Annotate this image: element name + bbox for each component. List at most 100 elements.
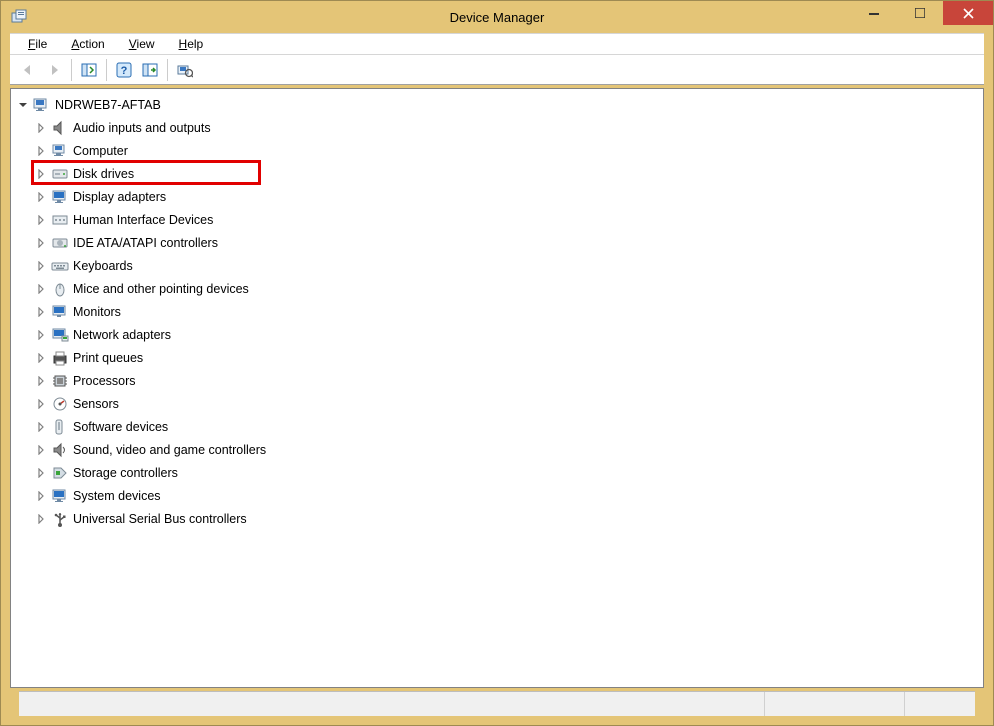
expander-icon[interactable] (33, 304, 49, 320)
sensor-icon (51, 395, 69, 413)
status-cell (19, 692, 765, 716)
hid-icon (51, 211, 69, 229)
tree-item[interactable]: Storage controllers (11, 461, 983, 484)
tree-item[interactable]: Keyboards (11, 254, 983, 277)
menubar: File Action View Help (10, 33, 984, 55)
tree-item-label: Processors (71, 374, 136, 388)
menu-view[interactable]: View (119, 35, 165, 53)
tree-item-label: Network adapters (71, 328, 171, 342)
svg-text:?: ? (121, 65, 128, 77)
minimize-button[interactable] (851, 1, 897, 25)
tree-item-label: Storage controllers (71, 466, 178, 480)
toolbar: ? (10, 55, 984, 85)
maximize-button[interactable] (897, 1, 943, 25)
computer-root-icon (33, 96, 51, 114)
tree-item[interactable]: Mice and other pointing devices (11, 277, 983, 300)
tree-item[interactable]: Sensors (11, 392, 983, 415)
expander-icon[interactable] (33, 465, 49, 481)
tree-item-label: Monitors (71, 305, 121, 319)
tree-item[interactable]: Disk drives (11, 162, 983, 185)
tree-item[interactable]: IDE ATA/ATAPI controllers (11, 231, 983, 254)
status-cell (765, 692, 905, 716)
tree-item-label: Audio inputs and outputs (71, 121, 211, 135)
tree-item-label: Human Interface Devices (71, 213, 213, 227)
tree-item-label: Keyboards (71, 259, 133, 273)
network-icon (51, 326, 69, 344)
tree-item[interactable]: Display adapters (11, 185, 983, 208)
menu-action[interactable]: Action (61, 35, 114, 53)
tree-item[interactable]: Sound, video and game controllers (11, 438, 983, 461)
expander-icon[interactable] (33, 258, 49, 274)
titlebar: Device Manager (1, 1, 993, 33)
tree-item-label: Sound, video and game controllers (71, 443, 266, 457)
tree-item-label: Software devices (71, 420, 168, 434)
device-manager-window: Device Manager File Action View Help (0, 0, 994, 726)
expander-icon[interactable] (33, 396, 49, 412)
disk-icon (51, 165, 69, 183)
expander-icon[interactable] (33, 419, 49, 435)
expander-icon[interactable] (33, 511, 49, 527)
expander-icon[interactable] (33, 373, 49, 389)
expander-icon[interactable] (33, 120, 49, 136)
computer-icon (51, 142, 69, 160)
back-button[interactable] (16, 58, 40, 82)
tree-item-label: IDE ATA/ATAPI controllers (71, 236, 218, 250)
tree-item[interactable]: System devices (11, 484, 983, 507)
printer-icon (51, 349, 69, 367)
tree-item[interactable]: Computer (11, 139, 983, 162)
tree-root-label: NDRWEB7-AFTAB (53, 98, 161, 112)
tree-item-label: Sensors (71, 397, 119, 411)
forward-button[interactable] (42, 58, 66, 82)
menu-help[interactable]: Help (169, 35, 214, 53)
expander-collapse-icon[interactable] (15, 97, 31, 113)
expander-icon[interactable] (33, 442, 49, 458)
expander-icon[interactable] (33, 488, 49, 504)
usb-icon (51, 510, 69, 528)
titlebar-buttons (851, 1, 993, 25)
tree-item[interactable]: Human Interface Devices (11, 208, 983, 231)
audio-icon (51, 119, 69, 137)
device-tree: NDRWEB7-AFTAB Audio inputs and outputs Co… (11, 91, 983, 530)
expander-icon[interactable] (33, 212, 49, 228)
tree-item[interactable]: Print queues (11, 346, 983, 369)
window-title: Device Manager (1, 10, 993, 25)
tree-item-label: Universal Serial Bus controllers (71, 512, 247, 526)
tree-item[interactable]: Audio inputs and outputs (11, 116, 983, 139)
ide-icon (51, 234, 69, 252)
expander-icon[interactable] (33, 327, 49, 343)
expander-icon[interactable] (33, 350, 49, 366)
expander-icon[interactable] (33, 235, 49, 251)
toolbar-separator (106, 59, 107, 81)
tree-item-label: Computer (71, 144, 128, 158)
tree-item-label: System devices (71, 489, 161, 503)
status-cell (905, 692, 975, 716)
tree-item[interactable]: Processors (11, 369, 983, 392)
tree-item[interactable]: Universal Serial Bus controllers (11, 507, 983, 530)
software-icon (51, 418, 69, 436)
menu-file[interactable]: File (18, 35, 57, 53)
system-icon (51, 487, 69, 505)
tree-panel[interactable]: NDRWEB7-AFTAB Audio inputs and outputs Co… (10, 88, 984, 688)
tree-item[interactable]: Monitors (11, 300, 983, 323)
close-button[interactable] (943, 1, 993, 25)
action-button[interactable] (138, 58, 162, 82)
expander-icon[interactable] (33, 281, 49, 297)
tree-item[interactable]: Software devices (11, 415, 983, 438)
tree-root-row[interactable]: NDRWEB7-AFTAB (11, 93, 983, 116)
tree-item-label: Mice and other pointing devices (71, 282, 249, 296)
help-button[interactable]: ? (112, 58, 136, 82)
mouse-icon (51, 280, 69, 298)
expander-icon[interactable] (33, 166, 49, 182)
show-hide-tree-button[interactable] (77, 58, 101, 82)
tree-item[interactable]: Network adapters (11, 323, 983, 346)
app-icon (11, 9, 27, 25)
expander-icon[interactable] (33, 143, 49, 159)
content-wrap: NDRWEB7-AFTAB Audio inputs and outputs Co… (1, 85, 993, 725)
scan-hardware-button[interactable] (173, 58, 197, 82)
cpu-icon (51, 372, 69, 390)
expander-icon[interactable] (33, 189, 49, 205)
tree-item-label: Display adapters (71, 190, 166, 204)
statusbar (19, 691, 975, 716)
tree-item-label: Disk drives (71, 167, 134, 181)
monitor-icon (51, 303, 69, 321)
